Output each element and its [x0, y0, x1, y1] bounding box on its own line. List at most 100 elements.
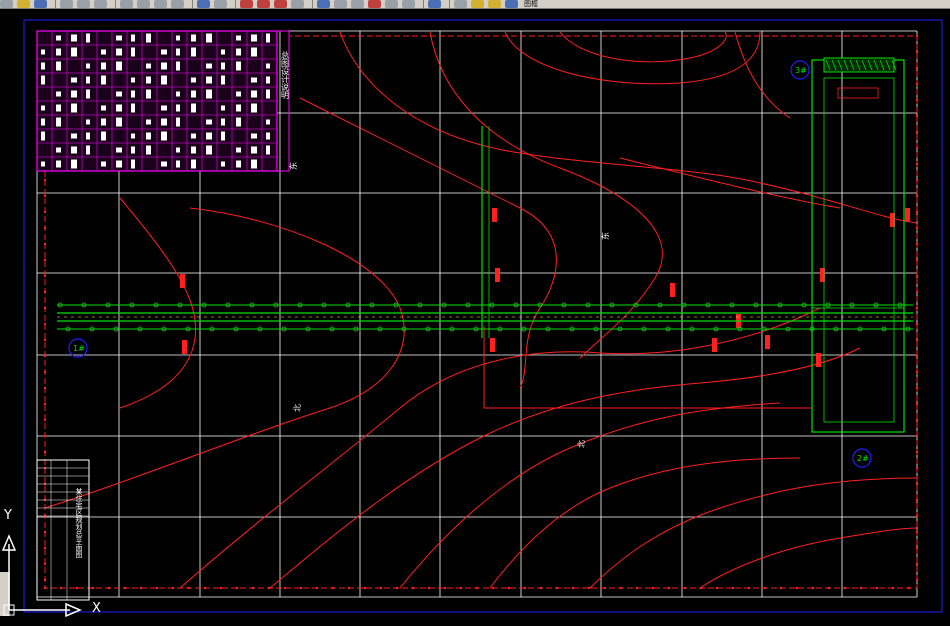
zoom-window-icon[interactable] [274, 0, 287, 8]
contour-line [489, 457, 801, 589]
boundary-point [915, 258, 919, 262]
table-cell-text [236, 117, 241, 127]
left-panel-strip[interactable] [0, 572, 10, 616]
boundary-point [731, 586, 735, 590]
boundary-point [859, 586, 863, 590]
zoom-realtime-icon[interactable] [257, 0, 270, 8]
table-cell-text [161, 161, 167, 167]
calculator-icon[interactable] [402, 0, 415, 8]
elevation-marker [182, 340, 187, 354]
pan-icon[interactable] [240, 0, 253, 8]
table-cell-text [206, 89, 212, 99]
table-cell-text [221, 118, 225, 126]
table-cell-text [56, 104, 61, 112]
table-cell-text [131, 34, 135, 42]
help-icon[interactable] [428, 0, 441, 8]
boundary-point [43, 386, 47, 390]
boundary-point [363, 586, 367, 590]
layer-light-icon[interactable] [488, 0, 501, 8]
table-cell-text [266, 33, 270, 43]
toolbar-separator [235, 0, 236, 8]
boundary-point [915, 242, 919, 246]
boundary-point [891, 586, 895, 590]
section-marker: 2# [852, 448, 872, 468]
table-cell-text [191, 133, 196, 139]
table-cell-text [86, 119, 90, 125]
cut-icon[interactable] [120, 0, 133, 8]
table-cell-text [236, 48, 241, 56]
boundary-point [507, 586, 511, 590]
table-cell-text [146, 132, 151, 140]
table-cell-text [116, 117, 122, 127]
table-cell-text [191, 146, 196, 154]
match-properties-icon[interactable] [171, 0, 184, 8]
boundary-point [379, 586, 383, 590]
table-cell-text [86, 132, 90, 140]
table-cell-text [191, 77, 196, 83]
boundary-point [331, 586, 335, 590]
design-notes-table: 总图设计说明 [36, 30, 290, 172]
marker-label: 3# [795, 66, 807, 75]
publish-icon[interactable] [94, 0, 107, 8]
boundary-point [139, 586, 143, 590]
title-block-text: 某住宅区规划总平面图 [75, 488, 83, 559]
table-cell-text [131, 133, 135, 139]
table-cell-text [86, 33, 90, 43]
table-cell-text [101, 62, 106, 70]
layer-name-text[interactable]: 图框 [524, 0, 538, 8]
table-cell-text [146, 119, 151, 125]
layer-manager-icon[interactable] [454, 0, 467, 8]
table-cell-text [56, 117, 61, 127]
boundary-point [43, 258, 47, 262]
paste-icon[interactable] [154, 0, 167, 8]
table-cell-text [176, 104, 180, 112]
table-cell-text [266, 76, 270, 84]
layer-color-icon[interactable] [505, 0, 518, 8]
design-center-icon[interactable] [334, 0, 347, 8]
map-label: 东 [288, 162, 298, 170]
table-cell-text [56, 35, 61, 41]
undo-icon[interactable] [197, 0, 210, 8]
boundary-point [267, 586, 271, 590]
boundary-point [915, 34, 919, 38]
table-cell-text [101, 75, 106, 85]
elevation-marker [765, 335, 770, 349]
table-cell-text [236, 61, 241, 71]
table-cell-text [146, 63, 151, 69]
sheet-set-icon[interactable] [368, 0, 381, 8]
redo-icon[interactable] [214, 0, 227, 8]
boundary-point [915, 130, 919, 134]
drawing-canvas[interactable]: 总图设计说明 某住宅区规划总平面图 1# 2# 3# 北 东北 东 [0, 8, 950, 626]
table-cell-text [41, 118, 45, 126]
table-cell-text [161, 105, 167, 111]
boundary-point [523, 586, 527, 590]
properties-icon[interactable] [317, 0, 330, 8]
boundary-point [907, 586, 911, 590]
tool-palettes-icon[interactable] [351, 0, 364, 8]
boundary-point [795, 586, 799, 590]
layer-state-icon[interactable] [471, 0, 484, 8]
table-cell-text [41, 75, 45, 85]
table-cell-text [56, 91, 61, 97]
copy-icon[interactable] [137, 0, 150, 8]
table-cell-text [176, 61, 180, 71]
open-file-icon[interactable] [17, 0, 30, 8]
boundary-point [915, 82, 919, 86]
toolbar-separator [55, 0, 56, 8]
preview-icon[interactable] [77, 0, 90, 8]
boundary-point [43, 306, 47, 310]
boundary-point [915, 322, 919, 326]
save-icon[interactable] [34, 0, 47, 8]
boundary-point [603, 586, 607, 590]
boundary-point [915, 162, 919, 166]
table-cell-text [251, 159, 257, 169]
table-cell-text [266, 89, 270, 99]
print-icon[interactable] [60, 0, 73, 8]
new-file-icon[interactable] [0, 0, 13, 8]
table-cell-text [41, 105, 45, 111]
table-cell-text [161, 131, 167, 141]
markup-icon[interactable] [385, 0, 398, 8]
table-cell-text [206, 119, 212, 125]
table-cell-text [161, 75, 167, 85]
zoom-previous-icon[interactable] [291, 0, 304, 8]
